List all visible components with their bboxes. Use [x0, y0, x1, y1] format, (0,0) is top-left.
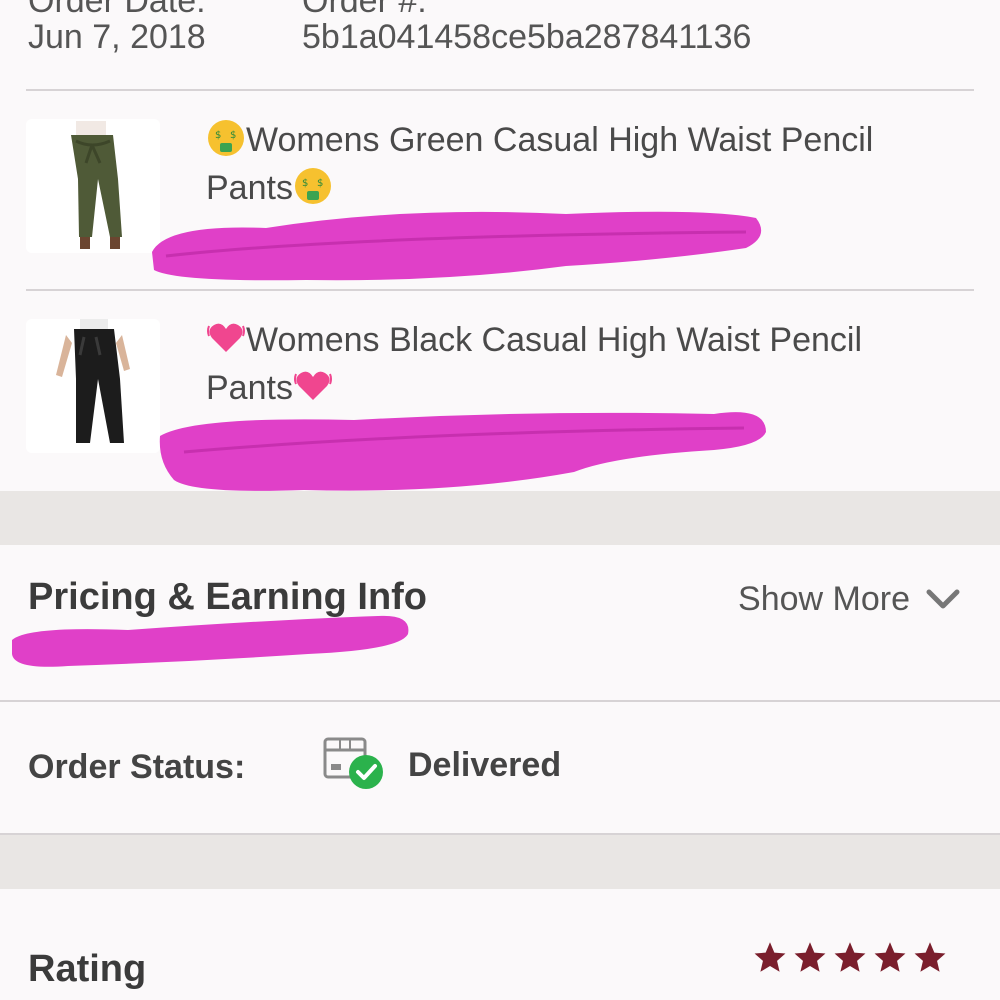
section-spacer: [0, 835, 1000, 889]
divider: [0, 700, 1000, 702]
star-icon[interactable]: [792, 940, 828, 976]
money-mouth-face-icon: $ $: [208, 120, 244, 156]
order-status-value: Delivered: [408, 746, 562, 784]
svg-text:$: $: [302, 178, 308, 189]
divider: [26, 289, 974, 291]
svg-text:$: $: [230, 130, 236, 141]
order-date-value: Jun 7, 2018: [28, 18, 206, 56]
divider: [26, 89, 974, 91]
redaction-scribble: [12, 615, 409, 667]
order-status-label: Order Status:: [28, 748, 246, 786]
order-detail-page: Order Date: Jun 7, 2018 Order #: 5b1a041…: [0, 0, 1000, 1000]
rating-stars[interactable]: [752, 940, 948, 976]
product-thumbnail[interactable]: [26, 119, 160, 253]
svg-text:$: $: [317, 178, 323, 189]
product-thumbnail[interactable]: [26, 319, 160, 453]
show-more-label: Show More: [738, 580, 910, 618]
star-icon[interactable]: [832, 940, 868, 976]
order-id-value: 5b1a041458ce5ba287841136: [302, 18, 752, 56]
star-icon[interactable]: [912, 940, 948, 976]
chevron-down-icon: [926, 589, 960, 608]
green-pants-image: [26, 119, 160, 253]
product-title[interactable]: Womens Black Casual High Waist Pencil Pa…: [206, 316, 946, 412]
order-meta: Order Date: Jun 7, 2018 Order #: 5b1a041…: [0, 0, 1000, 90]
rating-label: Rating: [28, 948, 147, 990]
black-pants-image: [26, 319, 160, 453]
section-spacer: [0, 491, 1000, 545]
beating-heart-icon: [293, 371, 332, 400]
delivered-package-icon: [323, 737, 383, 789]
svg-text:$: $: [215, 130, 221, 141]
star-icon[interactable]: [752, 940, 788, 976]
show-more-button[interactable]: Show More: [738, 580, 960, 619]
star-icon[interactable]: [872, 940, 908, 976]
redaction-scribble: [159, 412, 766, 491]
beating-heart-icon: [207, 323, 245, 352]
redaction-scribble: [152, 211, 762, 281]
